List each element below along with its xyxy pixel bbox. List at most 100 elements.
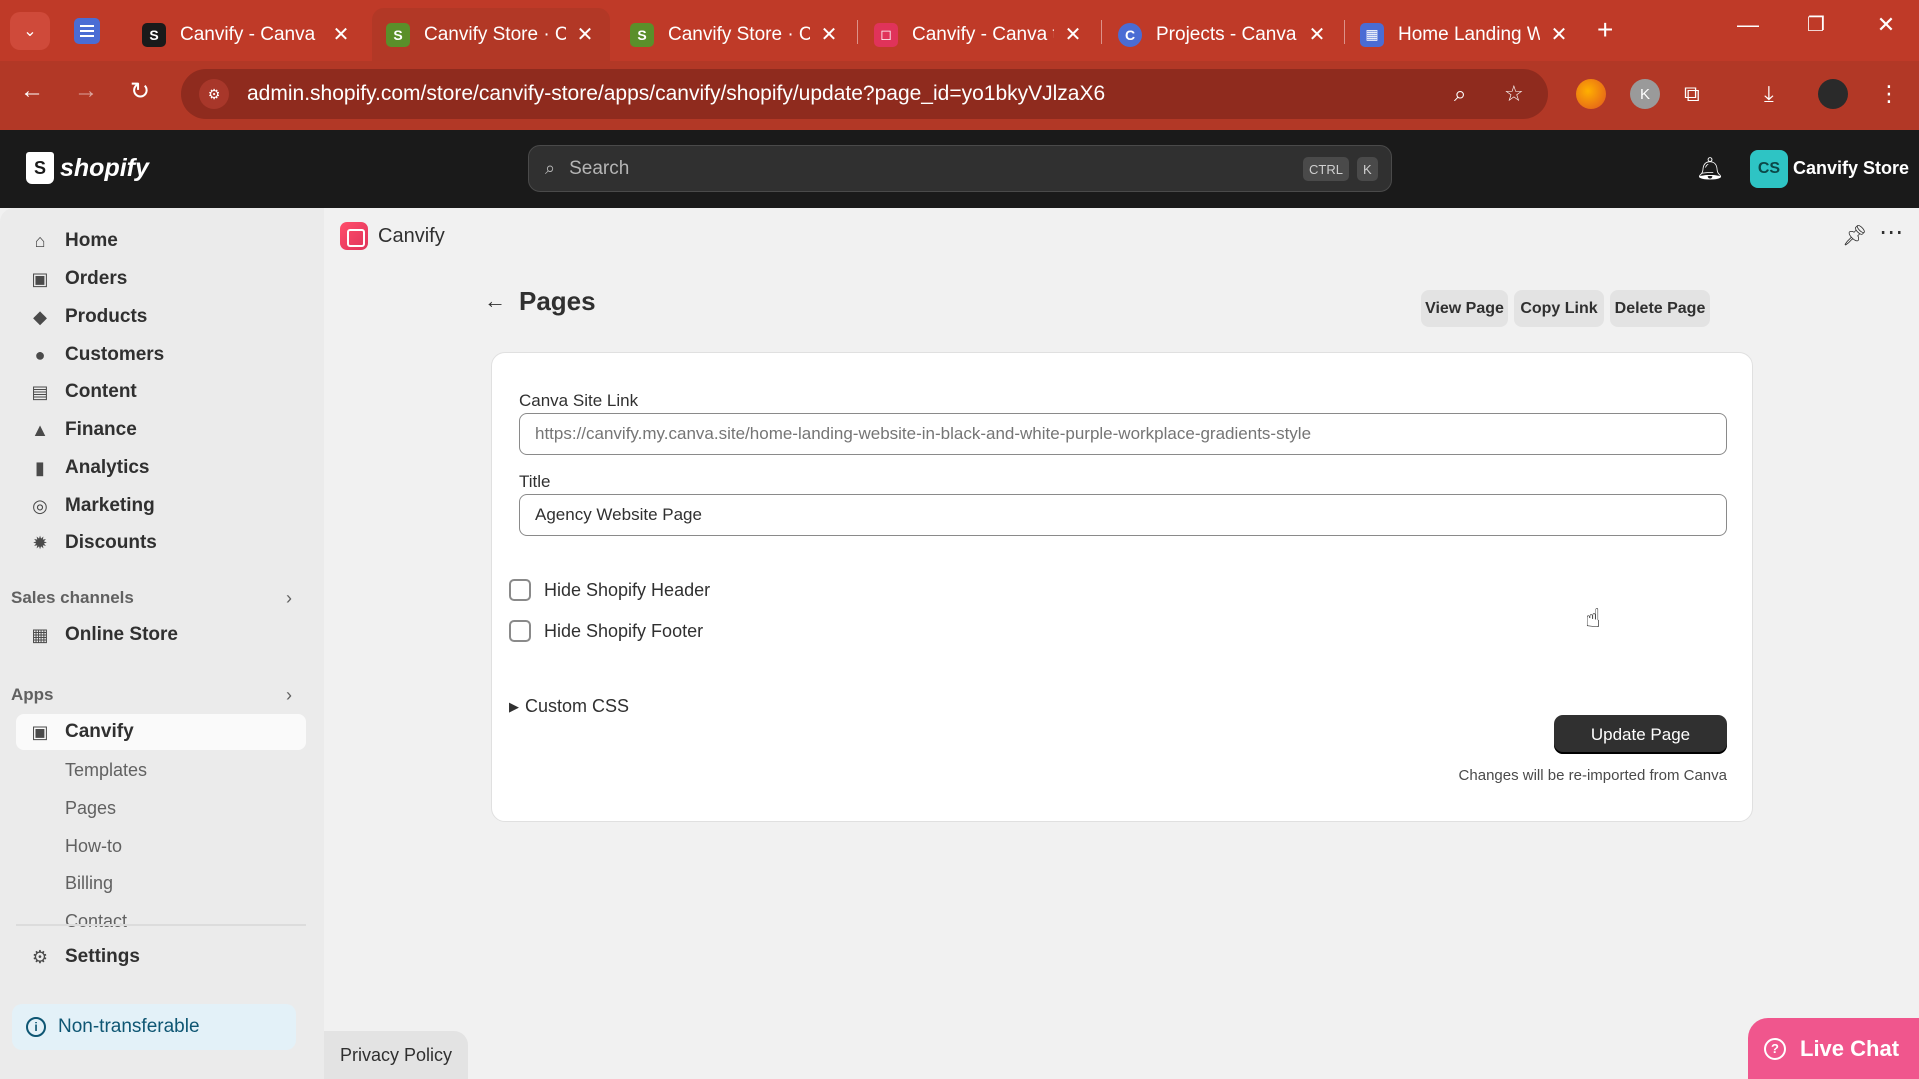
browser-tab-2[interactable]: S Canvify Store · Ca ✕ <box>372 8 610 61</box>
close-icon[interactable]: ✕ <box>818 22 840 47</box>
puzzle-icon[interactable]: ⧉ <box>1684 81 1700 107</box>
window-close-icon[interactable]: ✕ <box>1866 12 1906 38</box>
forward-arrow-icon[interactable]: → <box>68 77 104 105</box>
update-page-button[interactable]: Update Page <box>1554 715 1727 754</box>
site-info-icon[interactable]: ⚙ <box>199 79 229 109</box>
person-icon: ● <box>34 344 46 365</box>
sidebar-subitem-pages[interactable]: Pages <box>65 798 116 819</box>
sidebar-item-label: Canvify <box>65 721 134 742</box>
browser-tab-5[interactable]: C Projects - Canva ✕ <box>1104 8 1342 61</box>
new-tab-plus-icon[interactable]: + <box>1597 14 1613 46</box>
kbd-ctrl: CTRL <box>1303 157 1349 181</box>
tab-label: Projects - Canva <box>1156 23 1297 45</box>
hide-footer-label: Hide Shopify Footer <box>544 620 704 641</box>
more-options-icon[interactable]: ⋯ <box>1879 218 1904 247</box>
sidebar-item-settings[interactable]: ⚙ Settings <box>16 939 306 975</box>
back-arrow-icon[interactable]: ← <box>14 77 50 105</box>
chevron-right-icon[interactable]: › <box>286 588 292 609</box>
tab-label: Canvify - Canva P <box>180 23 322 45</box>
sidebar-item-orders[interactable]: ▣ Orders <box>16 261 306 297</box>
download-icon[interactable]: ⤓ <box>1764 81 1774 107</box>
hand-cursor-icon: ☝︎ <box>1585 603 1601 633</box>
close-icon[interactable]: ✕ <box>1306 22 1328 47</box>
live-chat-button[interactable]: ? Live Chat <box>1748 1018 1919 1079</box>
privacy-policy-link[interactable]: Privacy Policy <box>324 1031 468 1079</box>
delete-page-button[interactable]: Delete Page <box>1610 290 1710 327</box>
live-chat-label: Live Chat <box>1800 1035 1900 1061</box>
star-icon[interactable]: ☆ <box>1504 81 1524 107</box>
main-content: Canvify 📌︎ ⋯ ← Pages View Page Copy Link… <box>324 208 1919 1079</box>
restore-icon[interactable]: ❐ <box>1796 12 1836 37</box>
shopify-logo[interactable]: shopify <box>26 152 149 184</box>
sidebar-subitem-billing[interactable]: Billing <box>65 873 113 894</box>
app-name: Canvify <box>378 225 445 247</box>
image-icon: ▤ <box>31 381 49 402</box>
hide-footer-checkbox[interactable] <box>509 620 531 642</box>
gear-icon: ⚙ <box>31 946 49 967</box>
extension-icon[interactable] <box>1576 79 1606 109</box>
tab-separator <box>857 20 858 44</box>
profile-k-icon[interactable]: K <box>1630 79 1660 109</box>
kebab-menu-icon[interactable]: ⋮ <box>1878 81 1900 107</box>
minimize-icon[interactable]: — <box>1728 12 1768 38</box>
back-arrow-icon[interactable]: ← <box>484 288 506 314</box>
view-page-button[interactable]: View Page <box>1421 290 1508 327</box>
sidebar-item-analytics[interactable]: ▮ Analytics <box>16 450 306 486</box>
non-transferable-banner[interactable]: i Non-transferable <box>12 1004 296 1050</box>
bank-icon: ▲ <box>31 419 49 440</box>
pin-icon[interactable]: 📌︎ <box>1842 223 1867 248</box>
sidebar-item-products[interactable]: ◆ Products <box>16 299 306 335</box>
copy-link-button[interactable]: Copy Link <box>1514 290 1604 327</box>
canvify-logo-icon <box>340 222 368 250</box>
sidebar-item-home[interactable]: ⌂ Home <box>16 223 306 259</box>
close-icon[interactable]: ✕ <box>1062 22 1084 47</box>
custom-css-toggle[interactable]: ▶ Custom CSS <box>509 696 629 717</box>
hide-header-checkbox[interactable] <box>509 579 531 601</box>
pinned-tab-docs-icon[interactable] <box>74 18 100 44</box>
tab-label: Canvify - Canva t <box>912 23 1054 45</box>
tab-label: Canvify Store · Cu <box>668 23 810 45</box>
store-avatar[interactable]: CS <box>1750 150 1788 188</box>
page-form-card: Canva Site Link Title Hide Shopify Heade… <box>491 352 1753 822</box>
discount-icon: ✹ <box>32 532 48 553</box>
canva-site-link-input[interactable] <box>519 413 1727 455</box>
browser-tab-6[interactable]: ▦ Home Landing W ✕ <box>1346 8 1584 61</box>
question-icon: ? <box>1764 1037 1786 1060</box>
title-input[interactable] <box>519 494 1727 536</box>
sidebar-divider <box>16 924 306 926</box>
sidebar-item-online-store[interactable]: ▦ Online Store <box>16 617 306 653</box>
zoom-icon[interactable]: ⌕ <box>1454 81 1466 107</box>
canva-site-link-label: Canva Site Link <box>519 391 639 410</box>
sidebar-subitem-contact[interactable]: Contact <box>65 911 127 931</box>
sidebar-item-label: Finance <box>65 419 137 440</box>
avatar[interactable] <box>1818 79 1848 109</box>
sidebar-item-discounts[interactable]: ✹ Discounts <box>16 525 306 561</box>
tag-icon: ◆ <box>33 306 47 327</box>
tab-search-button[interactable]: ⌄ <box>10 12 50 50</box>
canva-icon: C <box>1118 22 1142 47</box>
sidebar-item-content[interactable]: ▤ Content <box>16 374 306 410</box>
browser-tab-3[interactable]: S Canvify Store · Cu ✕ <box>616 8 854 61</box>
browser-tab-1[interactable]: S Canvify - Canva P ✕ <box>128 8 366 61</box>
url-input[interactable]: ⚙ admin.shopify.com/store/canvify-store/… <box>181 69 1548 119</box>
sidebar-item-marketing[interactable]: ◎ Marketing <box>16 488 306 524</box>
target-icon: ◎ <box>32 495 48 516</box>
sidebar-item-finance[interactable]: ▲ Finance <box>16 412 306 448</box>
close-icon[interactable]: ✕ <box>330 22 352 47</box>
reload-icon[interactable]: ↻ <box>122 77 158 106</box>
chevron-right-icon[interactable]: › <box>286 685 292 706</box>
app-header: Canvify 📌︎ ⋯ <box>324 208 1919 264</box>
tab-label: Canvify Store · Ca <box>424 23 566 45</box>
bell-icon[interactable]: 🔔︎ <box>1696 156 1724 182</box>
shopify-icon: S <box>386 22 410 47</box>
close-icon[interactable]: ✕ <box>574 22 596 47</box>
search-input[interactable]: ⌕ Search CTRL K <box>528 145 1392 192</box>
browser-tab-4[interactable]: ◻ Canvify - Canva t ✕ <box>860 8 1098 61</box>
sidebar-item-canvify[interactable]: ▣ Canvify <box>16 714 306 750</box>
store-name[interactable]: Canvify Store <box>1793 158 1909 179</box>
sidebar-subitem-how-to[interactable]: How-to <box>65 836 122 857</box>
sidebar-subitem-templates[interactable]: Templates <box>65 760 147 781</box>
close-icon[interactable]: ✕ <box>1548 22 1570 47</box>
sidebar-item-customers[interactable]: ● Customers <box>16 337 306 373</box>
sidebar-item-label: Products <box>65 306 148 327</box>
